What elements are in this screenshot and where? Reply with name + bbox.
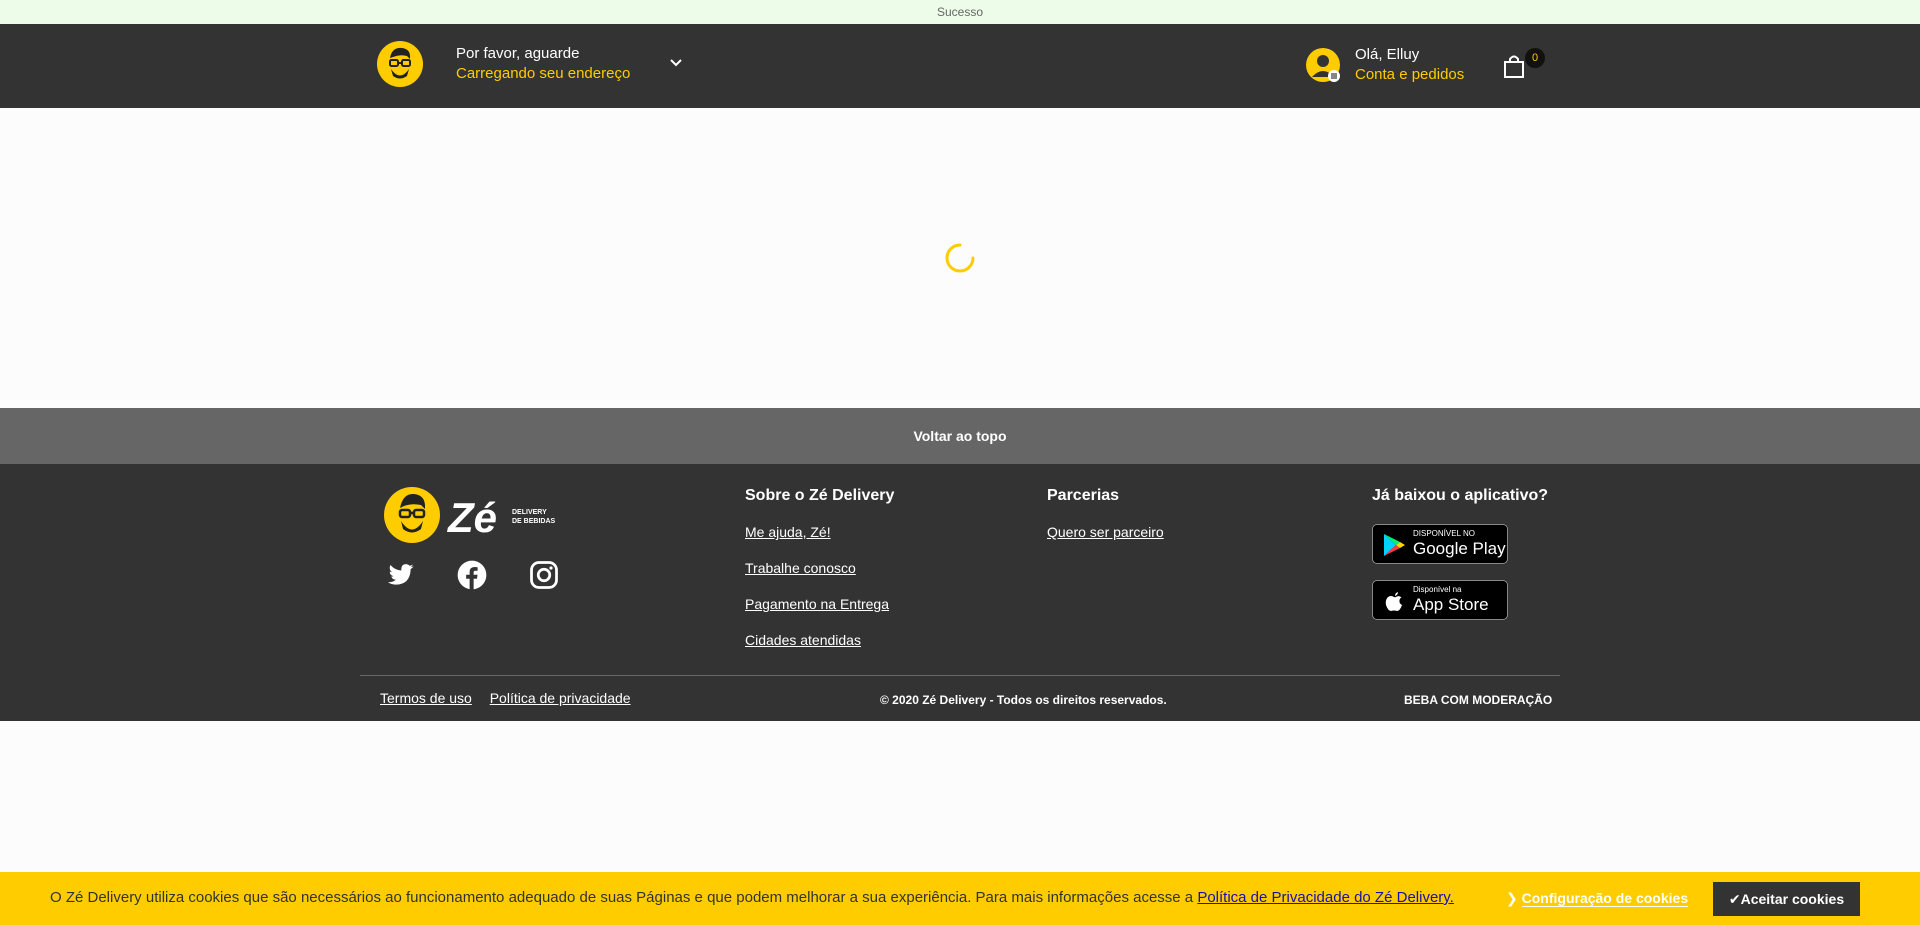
account-orders-link[interactable]: Conta e pedidos bbox=[1355, 65, 1464, 85]
payment-link[interactable]: Pagamento na Entrega bbox=[745, 594, 894, 614]
careers-link[interactable]: Trabalhe conosco bbox=[745, 558, 894, 578]
copyright-text: © 2020 Zé Delivery - Todos os direitos r… bbox=[880, 693, 1167, 707]
help-link[interactable]: Me ajuda, Zé! bbox=[745, 522, 894, 542]
logo-tag-2: DE BEBIDAS bbox=[512, 518, 556, 525]
facebook-icon[interactable] bbox=[457, 560, 487, 590]
partners-title: Parcerias bbox=[1047, 487, 1120, 504]
cookie-privacy-link[interactable]: Política de Privacidade do Zé Delivery. bbox=[1197, 889, 1454, 906]
partner-link[interactable]: Quero ser parceiro bbox=[1047, 522, 1164, 542]
address-title: Por favor, aguarde bbox=[456, 45, 580, 62]
app-store-button[interactable]: Disponível na App Store bbox=[1372, 580, 1508, 620]
twitter-icon[interactable] bbox=[385, 560, 415, 590]
chevron-down-icon[interactable] bbox=[668, 54, 684, 70]
instagram-icon[interactable] bbox=[529, 560, 559, 590]
user-greeting: Olá, Elluy bbox=[1355, 46, 1420, 63]
moderation-text: BEBA COM MODERAÇÃO bbox=[1404, 693, 1553, 707]
user-avatar-icon[interactable] bbox=[1305, 47, 1341, 83]
check-icon: ✔ bbox=[1728, 890, 1741, 907]
logo-tag-1: DELIVERY bbox=[512, 509, 547, 516]
shopping-bag-icon[interactable] bbox=[1503, 54, 1525, 78]
ze-delivery-logo[interactable]: Zé DELIVERY DE BEBIDAS bbox=[384, 486, 560, 544]
partners-column: Parcerias Quero ser parceiro bbox=[1047, 486, 1164, 558]
privacy-link[interactable]: Política de privacidade bbox=[490, 690, 631, 706]
legal-links: Termos de uso Política de privacidade bbox=[380, 688, 645, 708]
accept-cookies-button[interactable]: ✔ Aceitar cookies bbox=[1713, 882, 1860, 916]
apple-icon bbox=[1385, 592, 1402, 611]
logo-text: Zé bbox=[447, 494, 497, 541]
cookie-settings-button[interactable]: ❯ Configuração de cookies bbox=[1506, 890, 1689, 907]
cart-count-badge: 0 bbox=[1525, 48, 1545, 68]
success-text: Sucesso bbox=[936, 5, 984, 19]
footer-divider bbox=[360, 675, 1560, 676]
address-subtitle: Carregando seu endereço bbox=[456, 65, 631, 82]
app-title: Já baixou o aplicativo? bbox=[1372, 487, 1549, 504]
user-account-menu[interactable]: Olá, Elluy Conta e pedidos bbox=[1355, 45, 1464, 85]
terms-link[interactable]: Termos de uso bbox=[380, 690, 472, 706]
google-play-icon bbox=[1384, 534, 1405, 556]
header: Por favor, aguarde Carregando seu endere… bbox=[0, 24, 1920, 108]
loading-spinner-icon bbox=[945, 243, 975, 273]
cookie-message: O Zé Delivery utiliza cookies que são ne… bbox=[50, 889, 1454, 906]
google-play-button[interactable]: DISPONÍVEL NO Google Play bbox=[1372, 524, 1508, 564]
about-column: Sobre o Zé Delivery Me ajuda, Zé! Trabal… bbox=[745, 486, 894, 666]
address-selector[interactable]: Por favor, aguarde Carregando seu endere… bbox=[456, 44, 630, 84]
back-to-top-button[interactable]: Voltar ao topo bbox=[0, 408, 1920, 464]
cities-link[interactable]: Cidades atendidas bbox=[745, 630, 894, 650]
google-play-label: Google Play bbox=[1413, 539, 1506, 558]
success-status-bar: Sucesso bbox=[0, 0, 1920, 24]
footer: Zé DELIVERY DE BEBIDAS Sobre o Zé Delive… bbox=[0, 464, 1920, 721]
app-column: Já baixou o aplicativo? bbox=[1372, 486, 1548, 522]
cookie-text: O Zé Delivery utiliza cookies que são ne… bbox=[50, 889, 1198, 906]
cookie-settings-label: Configuração de cookies bbox=[1521, 890, 1689, 907]
about-title: Sobre o Zé Delivery bbox=[745, 487, 895, 504]
google-play-small: DISPONÍVEL NO bbox=[1413, 529, 1475, 538]
app-store-small: Disponível na bbox=[1413, 585, 1462, 594]
cookie-banner: O Zé Delivery utiliza cookies que são ne… bbox=[0, 872, 1920, 925]
ze-logo-icon[interactable] bbox=[376, 40, 424, 88]
app-store-label: App Store bbox=[1413, 595, 1489, 614]
accept-cookies-label: Aceitar cookies bbox=[1740, 891, 1845, 907]
chevron-right-icon: ❯ bbox=[1506, 890, 1518, 906]
